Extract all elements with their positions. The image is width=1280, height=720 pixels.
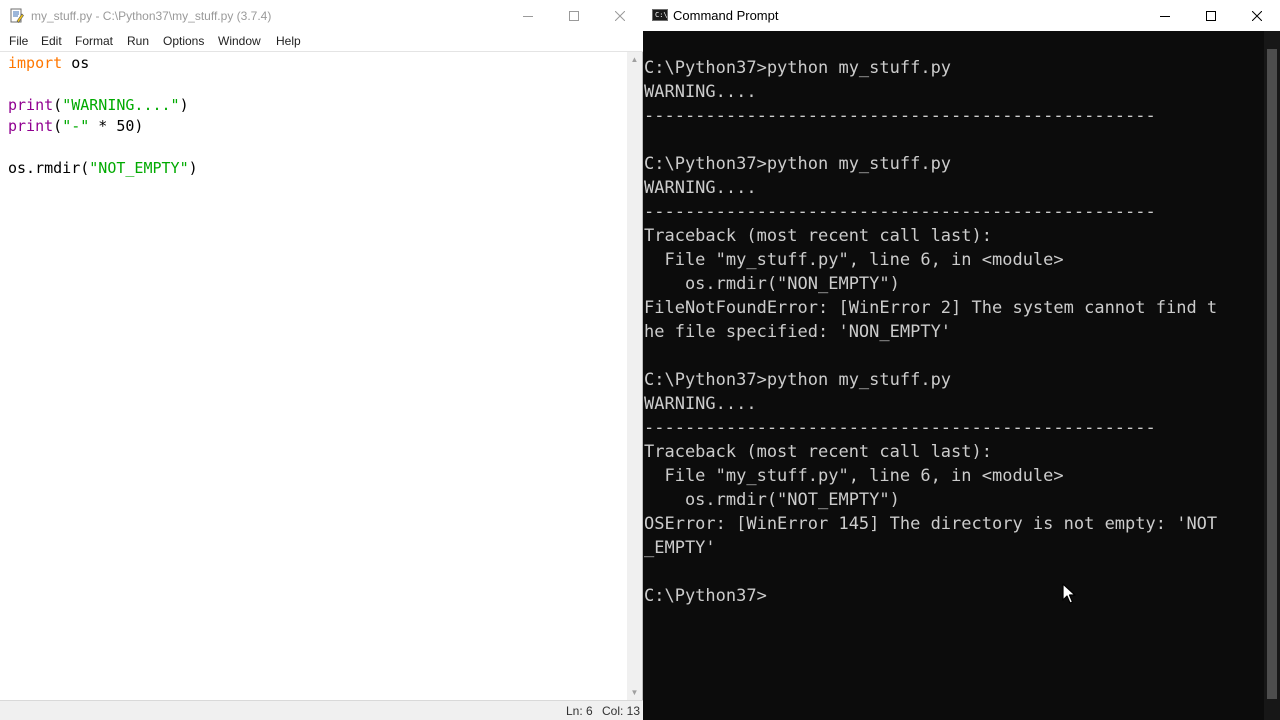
cmd-vertical-scrollbar[interactable] xyxy=(1264,31,1280,720)
code-text: ) xyxy=(179,96,189,114)
code-line-3: print("WARNING....") xyxy=(8,95,189,116)
builtin-print: print xyxy=(8,117,54,135)
console-line: WARNING.... xyxy=(644,82,757,102)
cmd-scrollbar-thumb[interactable] xyxy=(1267,49,1277,699)
mouse-cursor-icon xyxy=(1062,583,1076,604)
status-column: Col: 13 xyxy=(602,704,641,718)
console-line: os.rmdir("NOT_EMPTY") xyxy=(644,490,900,510)
menu-format[interactable]: Format xyxy=(75,34,113,48)
cmd-icon-text: C:\ xyxy=(655,11,668,19)
console-line: he file specified: 'NON_EMPTY' xyxy=(644,322,952,342)
builtin-print: print xyxy=(8,96,54,114)
console-line: WARNING.... xyxy=(644,394,757,414)
code-text: ( xyxy=(53,117,63,135)
cmd-window-title: Command Prompt xyxy=(673,8,779,23)
idle-minimize-button[interactable] xyxy=(505,0,551,31)
code-text: os xyxy=(62,54,90,72)
console-line: C:\Python37>python my_stuff.py xyxy=(644,370,952,390)
command-prompt-window: C:\ Command Prompt C:\Python37>python my… xyxy=(643,0,1280,720)
string-literal: "WARNING...." xyxy=(62,96,180,114)
code-line-4: print("-" * 50) xyxy=(8,116,143,137)
close-icon xyxy=(615,10,625,21)
code-text: * 50) xyxy=(89,117,144,135)
code-text: ( xyxy=(53,96,63,114)
idle-maximize-button[interactable] xyxy=(551,0,597,31)
console-line: _EMPTY' xyxy=(644,538,716,558)
scroll-down-arrow-icon[interactable]: ▼ xyxy=(627,685,642,700)
code-line-6: os.rmdir("NOT_EMPTY") xyxy=(8,158,198,179)
keyword-import: import xyxy=(8,54,63,72)
idle-status-bar: Ln: 6 Col: 13 xyxy=(0,700,643,720)
editor-vertical-scrollbar[interactable]: ▲ ▼ xyxy=(627,52,642,700)
console-line: OSError: [WinError 145] The directory is… xyxy=(644,514,1218,534)
cmd-maximize-button[interactable] xyxy=(1188,0,1234,31)
cmd-minimize-button[interactable] xyxy=(1142,0,1188,31)
status-line: Ln: 6 xyxy=(566,704,593,718)
cmd-close-button[interactable] xyxy=(1234,0,1280,31)
console-prompt[interactable]: C:\Python37> xyxy=(644,584,767,608)
console-output[interactable]: C:\Python37>python my_stuff.py WARNING..… xyxy=(643,31,1264,720)
console-line: C:\Python37>python my_stuff.py xyxy=(644,58,952,78)
idle-title-bar[interactable]: my_stuff.py - C:\Python37\my_stuff.py (3… xyxy=(0,0,643,31)
code-line-1: import os xyxy=(8,53,89,74)
console-line: C:\Python37>python my_stuff.py xyxy=(644,154,952,174)
console-line: File "my_stuff.py", line 6, in <module> xyxy=(644,250,1064,270)
code-editor[interactable]: import os print("WARNING....") print("-"… xyxy=(0,52,627,700)
code-text: os.rmdir( xyxy=(8,159,90,177)
string-literal: "NOT_EMPTY" xyxy=(89,159,189,177)
minimize-icon xyxy=(523,15,533,17)
minimize-icon xyxy=(1160,15,1170,17)
command-prompt-icon: C:\ xyxy=(652,9,668,21)
console-line: ----------------------------------------… xyxy=(644,202,1156,222)
idle-window-title: my_stuff.py - C:\Python37\my_stuff.py (3… xyxy=(31,9,272,23)
idle-file-icon xyxy=(10,8,24,23)
console-line: ----------------------------------------… xyxy=(644,106,1156,126)
console-line: ----------------------------------------… xyxy=(644,418,1156,438)
menu-file[interactable]: File xyxy=(9,34,28,48)
console-line: Traceback (most recent call last): xyxy=(644,226,992,246)
menu-run[interactable]: Run xyxy=(127,34,149,48)
string-literal: "-" xyxy=(62,117,90,135)
code-text: ) xyxy=(188,159,198,177)
menu-edit[interactable]: Edit xyxy=(41,34,62,48)
console-line: FileNotFoundError: [WinError 2] The syst… xyxy=(644,298,1218,318)
menu-options[interactable]: Options xyxy=(163,34,204,48)
console-line: WARNING.... xyxy=(644,178,757,198)
menu-help[interactable]: Help xyxy=(276,34,301,48)
idle-menu-bar: File Edit Format Run Options Window Help xyxy=(0,31,643,52)
close-icon xyxy=(1252,10,1262,21)
console-line: os.rmdir("NON_EMPTY") xyxy=(644,274,900,294)
menu-window[interactable]: Window xyxy=(218,34,261,48)
idle-close-button[interactable] xyxy=(597,0,643,31)
maximize-icon xyxy=(1206,10,1216,21)
scroll-up-arrow-icon[interactable]: ▲ xyxy=(627,52,642,67)
cmd-title-bar[interactable]: C:\ Command Prompt xyxy=(643,0,1280,31)
console-line: Traceback (most recent call last): xyxy=(644,442,992,462)
maximize-icon xyxy=(569,10,579,21)
idle-editor-window: my_stuff.py - C:\Python37\my_stuff.py (3… xyxy=(0,0,643,720)
console-line: File "my_stuff.py", line 6, in <module> xyxy=(644,466,1064,486)
